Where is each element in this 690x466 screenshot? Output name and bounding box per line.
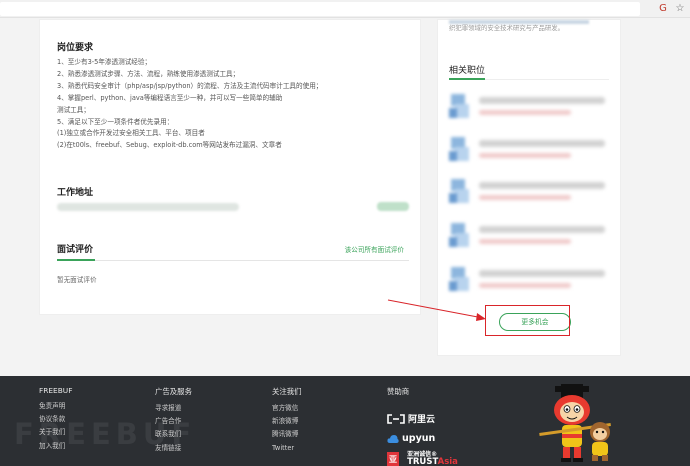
trustasia-logo-icon: 亚: [387, 451, 399, 466]
job-title-blurred: [479, 270, 605, 277]
company-logo: [449, 219, 471, 251]
job-salary-blurred: [479, 195, 571, 200]
requirement-line: 测试工具；: [57, 105, 90, 114]
related-jobs-accent: [449, 78, 485, 80]
review-divider-accent: [57, 259, 95, 261]
footer-column-heading: 广告及服务: [155, 387, 192, 396]
all-reviews-link[interactable]: 该公司所有面试评价: [345, 244, 404, 254]
footer-column-services: 广告及服务 寻求报道 广告合作 联系我们 友情链接: [155, 386, 192, 455]
review-divider: [57, 260, 409, 261]
browser-toolbar: G ☆: [0, 0, 690, 18]
upyun-cloud-icon: [387, 434, 399, 443]
footer-column-follow: 关注我们 官方微信 新浪微博 腾讯微博 Twitter: [272, 386, 302, 455]
svg-text:亚: 亚: [389, 455, 397, 464]
requirement-line: 5、满足以下至少一项条件者优先录用：: [57, 117, 174, 126]
requirement-line: 4、掌握perl、python、java等编程语言至少一种，并可以写一些简单的辅…: [57, 93, 283, 102]
related-job-item[interactable]: [449, 173, 615, 209]
bookmark-star-icon[interactable]: ☆: [674, 3, 686, 15]
address-title: 工作地址: [57, 188, 94, 198]
aliyun-logo-icon: [387, 413, 405, 424]
footer-link[interactable]: 官方微信: [272, 402, 302, 415]
sponsor-trustasia-en-2: Asia: [437, 456, 458, 466]
related-job-item[interactable]: [449, 131, 615, 167]
footer-link[interactable]: 协议条款: [39, 413, 72, 426]
footer-column-heading: 赞助商: [387, 387, 410, 396]
footer-column-heading: FREEBUF: [39, 386, 73, 395]
related-jobs-title: 相关职位: [449, 66, 486, 76]
requirement-line: 3、熟悉代码安全审计（php/asp/jsp/python）的流程、方法及主流代…: [57, 81, 323, 90]
job-salary-blurred: [479, 110, 571, 115]
company-logo: [449, 175, 471, 207]
footer-link[interactable]: 新浪微博: [272, 415, 302, 428]
small-monkey-icon: [590, 422, 610, 461]
address-text-blurred: [57, 203, 239, 211]
job-salary-blurred: [479, 283, 571, 288]
job-title-blurred: [479, 182, 605, 189]
footer-link[interactable]: 联系我们: [155, 428, 192, 441]
footer-link[interactable]: 关于我们: [39, 426, 72, 439]
address-bar-area[interactable]: [0, 2, 640, 16]
requirements-list: 1、至少有3-5年渗透测试经验； 2、熟悉渗透测试步骤、方法、流程，熟练使用渗透…: [57, 57, 417, 152]
job-title-blurred: [479, 140, 605, 147]
sponsor-upyun-name: upyun: [402, 433, 436, 444]
requirement-line: 2、熟悉渗透测试步骤、方法、流程，熟练使用渗透测试工具；: [57, 69, 240, 78]
company-logo: [449, 133, 471, 165]
footer-link[interactable]: 广告合作: [155, 415, 192, 428]
footer-link[interactable]: 腾讯微博: [272, 428, 302, 441]
related-job-item[interactable]: [449, 217, 615, 253]
sponsor-trustasia-en-1: TRUST: [407, 456, 438, 466]
sponsor-aliyun-name: 阿里云: [408, 415, 436, 425]
job-detail-card: 岗位要求 1、至少有3-5年渗透测试经验； 2、熟悉渗透测试步骤、方法、流程，熟…: [39, 19, 421, 315]
job-title-blurred: [479, 226, 605, 233]
footer-column-heading: 关注我们: [272, 387, 302, 396]
review-title: 面试评价: [57, 245, 94, 255]
map-link-blurred[interactable]: [377, 202, 409, 211]
requirement-line: (2)在t00ls、freebuf、Sebug、exploit-db.com等网…: [57, 141, 282, 150]
sponsor-trustasia[interactable]: 亚 亚洲诚信® TRUSTAsia: [387, 448, 458, 466]
job-title-blurred: [479, 97, 605, 104]
footer-column-sponsors: 赞助商 阿里云 upyun 亚 亚洲诚信® TRUSTAsia: [387, 386, 507, 466]
footer-link[interactable]: 友情链接: [155, 442, 192, 455]
annotation-arrow: [387, 299, 486, 321]
sponsor-upyun[interactable]: upyun: [387, 428, 436, 444]
annotation-highlight-box: [485, 305, 570, 336]
related-job-item[interactable]: [449, 88, 615, 124]
footer-link[interactable]: Twitter: [272, 442, 302, 455]
google-extension-icon[interactable]: G: [657, 3, 669, 15]
no-review-text: 暂无面试评价: [57, 276, 97, 284]
job-salary-blurred: [479, 239, 571, 244]
footer-column-freebuf: FREEBUF 免责声明 协议条款 关于我们 加入我们: [39, 386, 72, 453]
requirement-line: (1)独立或合作开发过安全相关工具、平台、项目者: [57, 129, 205, 138]
footer-link[interactable]: 免责声明: [39, 400, 72, 413]
sponsor-aliyun[interactable]: 阿里云: [387, 408, 436, 425]
footer-link[interactable]: 寻求报道: [155, 402, 192, 415]
company-logo: [449, 90, 471, 122]
requirement-line: 1、至少有3-5年渗透测试经验；: [57, 58, 152, 66]
requirements-title: 岗位要求: [57, 43, 94, 53]
company-intro-text: 织犯罪领域的安全技术研究与产品研发。: [449, 24, 565, 32]
footer-link[interactable]: 加入我们: [39, 440, 72, 453]
job-salary-blurred: [479, 153, 571, 158]
